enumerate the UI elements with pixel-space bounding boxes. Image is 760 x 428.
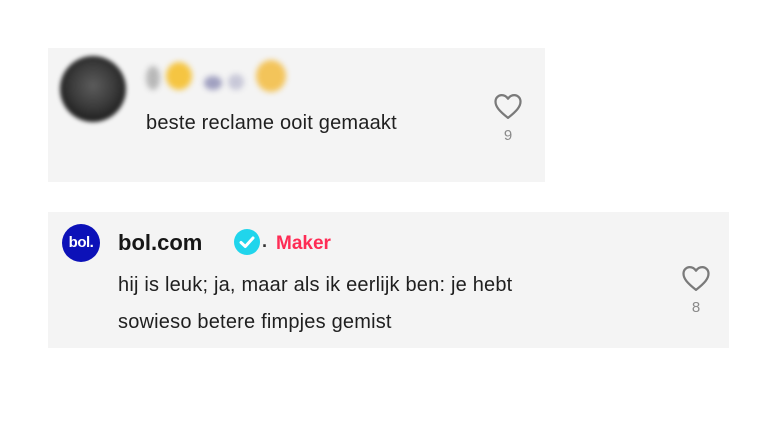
- verified-check-icon: [233, 228, 261, 261]
- heart-outline-icon: [682, 266, 710, 291]
- like-button[interactable]: 9: [492, 92, 524, 144]
- comment-text-line: hij is leuk; ja, maar als ik eerlijk ben…: [118, 274, 513, 296]
- like-button[interactable]: 8: [680, 264, 712, 316]
- avatar[interactable]: bol.: [62, 224, 100, 262]
- comment-text-line: sowieso betere fimpjes gemist: [118, 311, 392, 333]
- avatar[interactable]: [60, 56, 126, 122]
- like-count: 9: [503, 127, 513, 144]
- like-count: 8: [691, 299, 701, 316]
- comment-card: bol. bol.com · Maker hij is leuk; ja, ma…: [48, 212, 729, 348]
- comment-text: beste reclame ooit gemaakt: [146, 112, 397, 134]
- creator-badge: Maker: [276, 233, 331, 254]
- username-blurred[interactable]: [146, 58, 298, 96]
- comment-card: beste reclame ooit gemaakt 9: [48, 48, 545, 182]
- heart-outline-icon: [494, 94, 522, 119]
- username[interactable]: bol.com: [118, 230, 202, 256]
- separator-dot: ·: [262, 236, 268, 256]
